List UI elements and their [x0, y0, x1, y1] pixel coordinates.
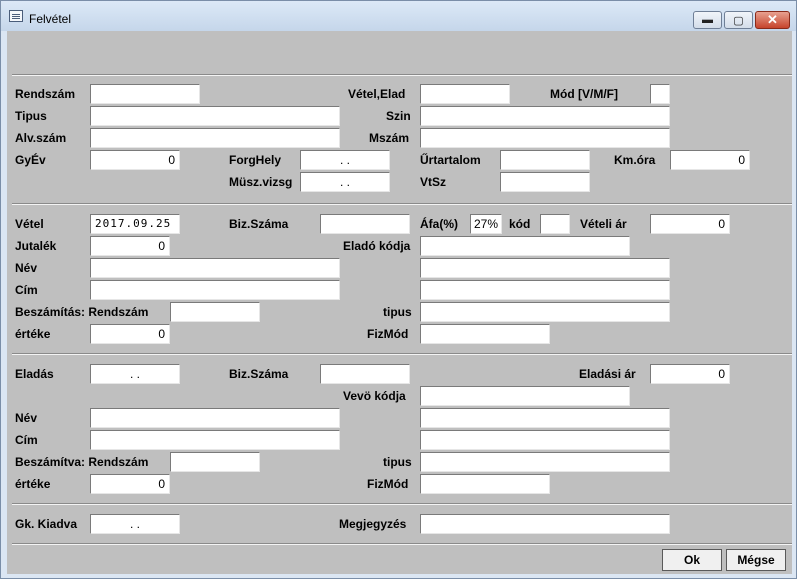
jutalek-label: Jutalék [15, 239, 57, 253]
eladas-date-field[interactable]: . . [90, 364, 180, 384]
vevo-cim-2-field[interactable] [420, 430, 670, 450]
section-divider [12, 503, 792, 505]
vevo-kodja-label: Vevö kódja [343, 389, 406, 403]
biz-szama-label: Biz.Száma [229, 217, 289, 231]
vetel-fizmod-field[interactable] [420, 324, 550, 344]
elado-kodja-label: Eladó kódja [343, 239, 411, 253]
elado-cim-2-field[interactable] [420, 280, 670, 300]
vevo-kodja-field[interactable] [420, 386, 630, 406]
eladas-fizmod-field[interactable] [420, 474, 550, 494]
fizmod-label: FizMód [367, 327, 409, 341]
nev-label: Név [15, 411, 38, 425]
kmora-field[interactable]: 0 [670, 150, 750, 170]
megse-button[interactable]: Mégse [726, 549, 786, 571]
beszamitva-rendszam-field[interactable] [170, 452, 260, 472]
section-divider [12, 203, 792, 205]
elado-nev-2-field[interactable] [420, 258, 670, 278]
muszvizsg-label: Müsz.vizsg [229, 175, 293, 189]
alvszam-field[interactable] [90, 128, 340, 148]
mod-label: Mód [V/M/F] [550, 87, 618, 101]
beszamitva-tipus-field[interactable] [420, 452, 670, 472]
mszam-label: Mszám [369, 131, 410, 145]
tipus-field[interactable] [90, 106, 340, 126]
maximize-button[interactable]: ▢ [724, 11, 753, 29]
ok-button[interactable]: Ok [662, 549, 722, 571]
vevo-nev-field[interactable] [90, 408, 340, 428]
eladasi-ar-label: Eladási ár [579, 367, 636, 381]
kod-field[interactable] [540, 214, 570, 234]
muszvizsg-field[interactable]: . . [300, 172, 390, 192]
forghely-label: ForgHely [229, 153, 282, 167]
megjegyzes-field[interactable] [420, 514, 670, 534]
eladas-label: Eladás [15, 367, 54, 381]
beszamitas-tipus-field[interactable] [420, 302, 670, 322]
urtartalom-field[interactable] [500, 150, 590, 170]
tipus-label: tipus [383, 455, 412, 469]
gk-kiadva-label: Gk. Kiadva [15, 517, 78, 531]
mod-field[interactable] [650, 84, 670, 104]
kmora-label: Km.óra [614, 153, 656, 167]
tipus-label: Tipus [15, 109, 47, 123]
szin-field[interactable] [420, 106, 670, 126]
cim-label: Cím [15, 283, 38, 297]
beszamitas-label: Beszámítás: Rendszám [15, 305, 149, 319]
fizmod-label: FizMód [367, 477, 409, 491]
nev-label: Név [15, 261, 38, 275]
rendszam-label: Rendszám [15, 87, 76, 101]
vetel-elad-field[interactable] [420, 84, 510, 104]
window-app-icon [9, 10, 23, 22]
alvszam-label: Alv.szám [15, 131, 67, 145]
gyev-field[interactable]: 0 [90, 150, 180, 170]
window-title: Felvétel [29, 12, 72, 26]
minimize-icon: ▬ [702, 14, 713, 26]
eladas-biz-szama-field[interactable] [320, 364, 410, 384]
section-divider [12, 353, 792, 355]
rendszam-field[interactable] [90, 84, 200, 104]
biz-szama-field[interactable] [320, 214, 410, 234]
elado-cim-field[interactable] [90, 280, 340, 300]
tipus-label: tipus [383, 305, 412, 319]
dialog-window: Felvétel ▬ ▢ ✕ Rendszám Vétel,Elad Mód [… [0, 0, 797, 579]
vtsz-label: VtSz [420, 175, 447, 189]
vevo-nev-2-field[interactable] [420, 408, 670, 428]
title-bar[interactable]: Felvétel ▬ ▢ ✕ [1, 1, 796, 31]
urtartalom-label: Űrtartalom [420, 153, 481, 167]
section-divider [12, 74, 792, 76]
veteli-ar-field[interactable]: 0 [650, 214, 730, 234]
erteke-label: értéke [15, 477, 51, 491]
vetel-label: Vétel [15, 217, 44, 231]
vetel-elad-label: Vétel,Elad [348, 87, 406, 101]
vetel-date-field[interactable]: 2017.09.25 [90, 214, 180, 234]
eladasi-ar-field[interactable]: 0 [650, 364, 730, 384]
beszamitva-label: Beszámítva: Rendszám [15, 455, 149, 469]
elado-kodja-field[interactable] [420, 236, 630, 256]
mszam-field[interactable] [420, 128, 670, 148]
vtsz-field[interactable] [500, 172, 590, 192]
form-area: Rendszám Vétel,Elad Mód [V/M/F] Tipus Sz… [7, 31, 792, 574]
veteli-ar-label: Vételi ár [580, 217, 627, 231]
close-icon: ✕ [767, 12, 778, 27]
section-divider [12, 543, 792, 545]
biz-szama-label: Biz.Száma [229, 367, 289, 381]
gyev-label: GyÉv [15, 153, 46, 167]
kod-label: kód [509, 217, 531, 231]
gk-kiadva-field[interactable]: . . [90, 514, 180, 534]
close-button[interactable]: ✕ [755, 11, 790, 29]
szin-label: Szin [386, 109, 411, 123]
beszamitva-erteke-field[interactable]: 0 [90, 474, 170, 494]
minimize-button[interactable]: ▬ [693, 11, 722, 29]
erteke-label: értéke [15, 327, 51, 341]
beszamitas-erteke-field[interactable]: 0 [90, 324, 170, 344]
megjegyzes-label: Megjegyzés [339, 517, 407, 531]
afa-label: Áfa(%) [420, 217, 458, 231]
elado-nev-field[interactable] [90, 258, 340, 278]
maximize-icon: ▢ [733, 14, 744, 27]
cim-label: Cím [15, 433, 38, 447]
beszamitas-rendszam-field[interactable] [170, 302, 260, 322]
jutalek-field[interactable]: 0 [90, 236, 170, 256]
forghely-field[interactable]: . . [300, 150, 390, 170]
vevo-cim-field[interactable] [90, 430, 340, 450]
afa-field[interactable]: 27% [470, 214, 502, 234]
